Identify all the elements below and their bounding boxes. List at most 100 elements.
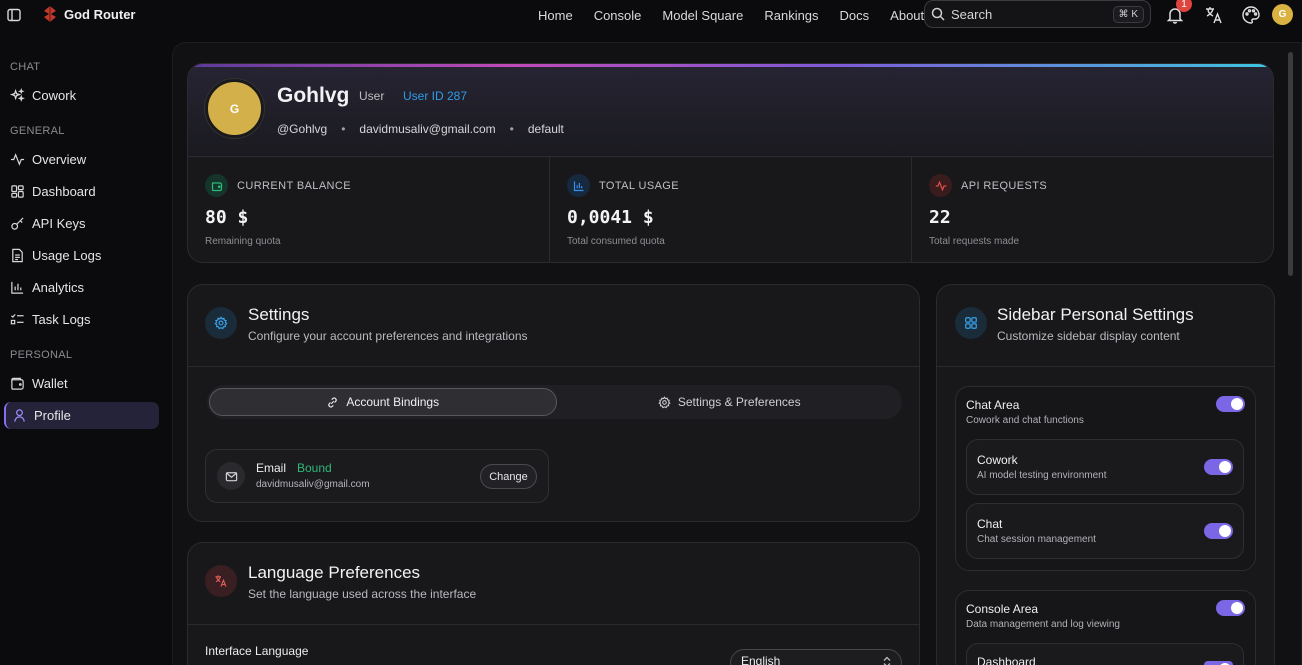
profile-meta: @Gohlvg • davidmusaliv@gmail.com • defau… [277,122,564,136]
file-text-icon [12,248,23,263]
sidebar-item-label: Cowork [32,88,77,103]
nav-link-about[interactable]: About [890,8,924,23]
profile-avatar: G [205,79,264,138]
stat-label: API REQUESTS [961,179,1048,192]
toggle-cowork[interactable] [1204,459,1233,475]
settings-subtitle: Configure your account preferences and i… [248,329,528,343]
wallet-icon [11,377,24,390]
separator-dot: • [509,122,514,136]
stat-total-usage: TOTAL USAGE 0,0041 $ Total consumed quot… [550,157,912,262]
profile-group: default [527,122,564,136]
translate-icon [205,565,237,597]
group-title: Console Area [966,602,1039,616]
group-subtitle: Cowork and chat functions [966,415,1084,426]
profile-user-id: User ID 287 [403,89,468,103]
toggle-console-area[interactable] [1216,600,1245,616]
stat-caption: Remaining quota [205,236,281,247]
interface-language-label: Interface Language [205,644,309,658]
nav-link-home[interactable]: Home [538,8,573,23]
sidebar-settings-subtitle: Customize sidebar display content [997,329,1180,343]
change-email-button[interactable]: Change [480,464,537,489]
item-subtitle: AI model testing environment [977,470,1107,481]
stat-label: CURRENT BALANCE [237,179,351,192]
sidebar-item-profile[interactable]: Profile [4,402,159,429]
sidebar-section-personal: PERSONAL [10,349,73,361]
top-bar: God Router Home Console Model Square Ran… [0,0,1302,30]
sidebar-item-label: Overview [32,152,87,167]
brand-name: God Router [64,6,136,22]
user-icon [14,409,25,422]
email-binding-status: Bound [297,461,332,475]
toggle-chat[interactable] [1204,523,1233,539]
sidebar-item-overview[interactable]: Overview [4,146,159,173]
sidebar-item-label: Usage Logs [32,248,102,263]
palette-icon[interactable] [1241,5,1261,25]
separator-dot: • [341,122,346,136]
sidebar-item-dashboard[interactable]: Dashboard [4,178,159,205]
stat-label: TOTAL USAGE [599,179,679,192]
item-title: Dashboard [977,655,1036,665]
tab-account-bindings[interactable]: Account Bindings [209,388,557,416]
sidebar-item-usage-logs[interactable]: Usage Logs [4,242,159,269]
search-box[interactable]: Search ⌘ K [924,0,1151,28]
settings-title: Settings [248,305,310,324]
activity-icon [10,153,25,166]
scrollbar[interactable] [1288,52,1293,276]
grid-icon [11,185,24,198]
stat-api-requests: API REQUESTS 22 Total requests made [912,157,1273,262]
sidebar-settings-title: Sidebar Personal Settings [997,305,1194,324]
divider [188,366,919,367]
toggle-dashboard[interactable] [1204,661,1233,665]
user-avatar[interactable]: G [1272,4,1293,25]
settings-tabs: Account Bindings Settings & Preferences [207,385,902,419]
mail-icon [217,462,245,490]
item-title: Chat [977,517,1003,531]
key-icon [11,217,24,230]
stat-caption: Total requests made [929,236,1020,247]
group-title: Chat Area [966,398,1020,412]
sidebar-item-api-keys[interactable]: API Keys [4,210,159,237]
profile-name: Gohlvg [277,84,350,107]
setting-item-cowork [966,439,1244,495]
stat-current-balance: CURRENT BALANCE 80 $ Remaining quota [188,157,550,262]
sidebar-item-wallet[interactable]: Wallet [4,370,159,397]
profile-header-background [188,64,1273,158]
profile-accent-line [188,64,1273,67]
nav-link-console[interactable]: Console [594,8,642,23]
email-binding-address: davidmusaliv@gmail.com [256,479,370,490]
item-subtitle: Chat session management [977,534,1096,545]
nav-link-docs[interactable]: Docs [840,8,870,23]
activity-icon [929,174,952,197]
layout-grid-icon [955,307,987,339]
gear-icon [658,395,671,408]
stat-value: 22 [929,207,951,228]
translate-icon[interactable] [1204,5,1224,25]
nav-link-model-square[interactable]: Model Square [662,8,743,23]
interface-language-select[interactable]: English [730,649,902,665]
wallet-icon [205,174,228,197]
sidebar-item-label: Profile [34,408,71,423]
list-check-icon [10,313,24,325]
sidebar-item-label: API Keys [32,216,86,231]
sidebar-item-analytics[interactable]: Analytics [4,274,159,301]
tab-label: Settings & Preferences [677,395,801,409]
sparkles-icon [10,88,25,102]
gear-icon [205,307,237,339]
search-icon [931,7,945,21]
sidebar-toggle-icon[interactable] [6,7,22,23]
brand-logo-icon [42,5,58,23]
group-subtitle: Data management and log viewing [966,619,1120,630]
sidebar-item-cowork[interactable]: Cowork [4,82,159,109]
profile-role: User [359,89,385,103]
nav-link-rankings[interactable]: Rankings [764,8,818,23]
sidebar-item-task-logs[interactable]: Task Logs [4,306,159,333]
language-title: Language Preferences [248,563,421,582]
brand[interactable]: God Router [42,5,136,23]
item-title: Cowork [977,453,1018,467]
toggle-chat-area[interactable] [1216,396,1245,412]
profile-handle: @Gohlvg [277,122,328,136]
tab-label: Account Bindings [346,395,440,409]
sidebar-section-chat: CHAT [10,61,41,73]
search-placeholder: Search [951,6,993,22]
tab-settings-preferences[interactable]: Settings & Preferences [557,385,903,419]
